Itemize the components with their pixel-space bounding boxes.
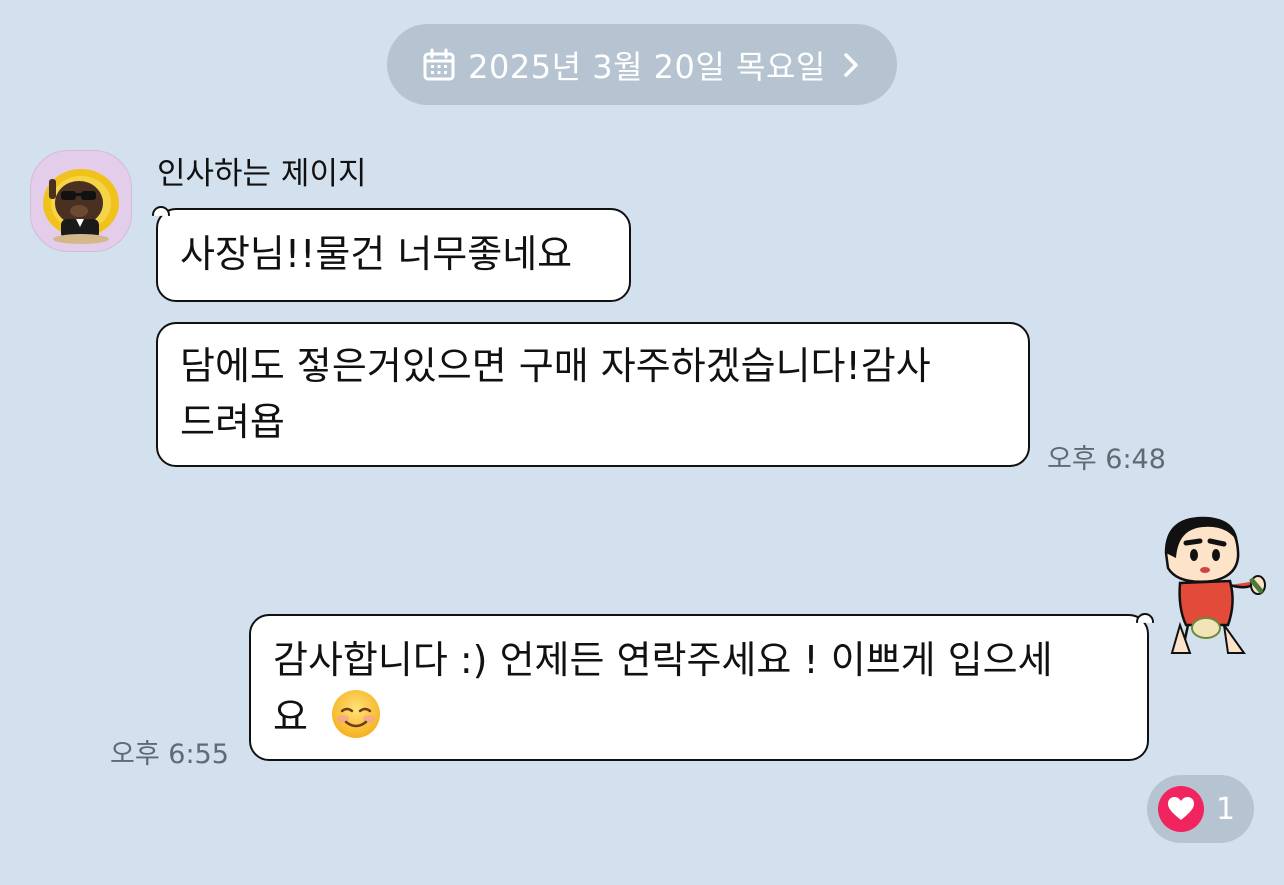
message-text-line: 요 [273,695,308,739]
heart-icon [1158,786,1204,832]
received-message-bubble[interactable]: 사장님!!물건 너무좋네요 [156,208,631,302]
message-text: 사장님!!물건 너무좋네요 [180,232,573,276]
character-avatar-icon [43,169,119,244]
message-text-line: 감사합니다 :) 언제든 연락주세요 ! 이쁘게 입으세 [273,638,1053,682]
message-text-line: 담에도 젛은거있으면 구매 자주하겠습니다!감사 [180,344,931,388]
reaction-count: 1 [1216,791,1236,827]
date-text: 2025년 3월 20일 목요일 [468,47,826,86]
chat-screen: 2025년 3월 20일 목요일 인사하는 제이지 사장님!!물건 너무좋네요 … [0,0,1284,885]
message-text-line: 드려욥 [180,400,285,444]
date-header[interactable]: 2025년 3월 20일 목요일 [387,24,897,105]
reaction-badge[interactable]: 1 [1147,775,1254,843]
smiling-face-emoji [330,688,382,740]
received-message-bubble[interactable]: 담에도 젛은거있으면 구매 자주하겠습니다!감사 드려욥 [156,322,1030,467]
sender-name: 인사하는 제이지 [157,156,367,192]
my-avatar[interactable] [1158,513,1270,658]
sender-avatar[interactable] [30,150,132,252]
message-timestamp: 오후 6:48 [1047,444,1166,475]
sent-message-bubble[interactable]: 감사합니다 :) 언제든 연락주세요 ! 이쁘게 입으세 요 [249,614,1149,761]
calendar-icon [422,48,456,82]
chevron-right-icon [840,50,862,80]
message-timestamp: 오후 6:55 [110,739,229,770]
cartoon-boy-avatar-icon [1164,516,1266,654]
